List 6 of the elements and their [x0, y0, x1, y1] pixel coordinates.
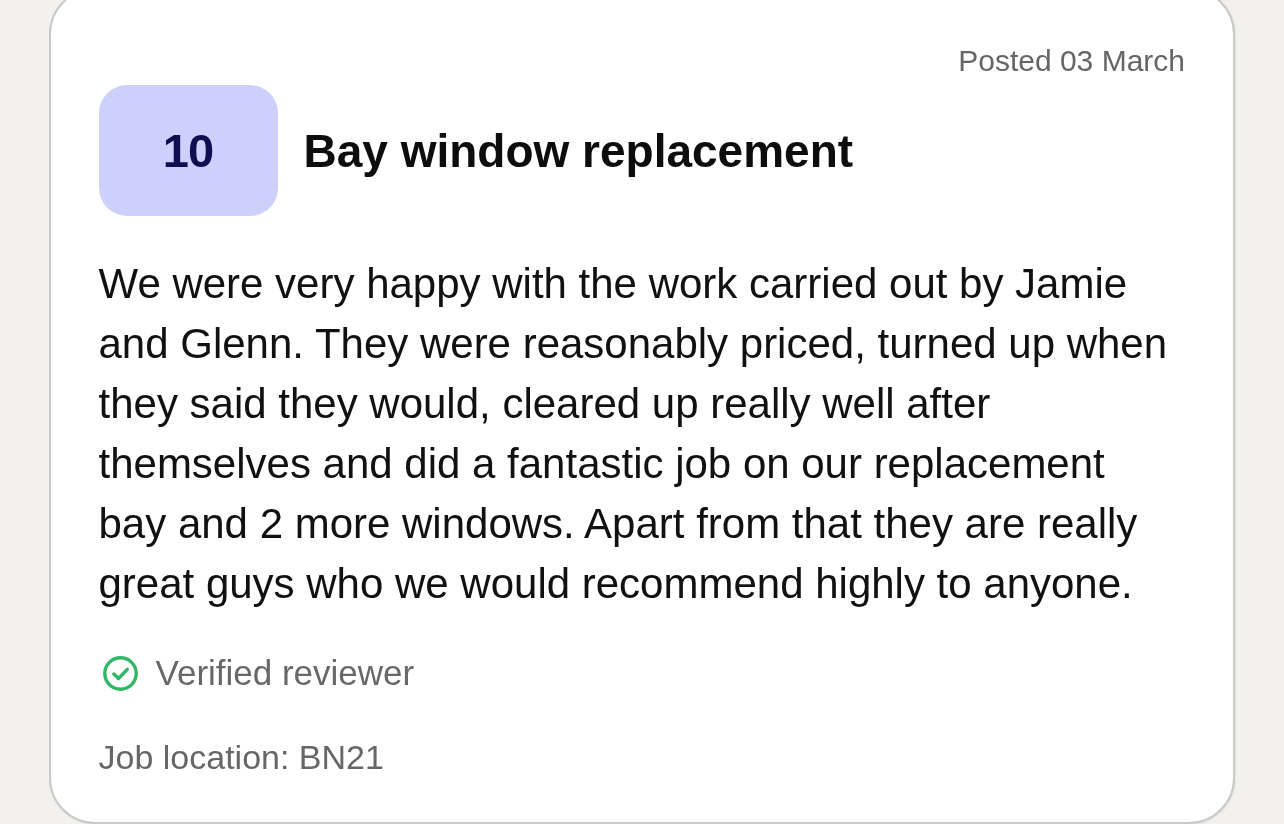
review-title: Bay window replacement	[303, 123, 854, 178]
score-badge: 10	[98, 85, 278, 216]
job-location: Job location: BN21	[98, 737, 384, 777]
verified-label: Verified reviewer	[155, 655, 415, 691]
posted-date: Posted 03 March	[958, 43, 1185, 79]
review-text: We were very happy with the work carried out by Jamie and Glenn. They were reasonably priced, turned up when they said they would, cleared up really well after themselves and did a fantastic job on our replacement bay and 2 more windows. Apart from that they are really great guys who we would recommend highly to anyone.	[98, 259, 1169, 609]
